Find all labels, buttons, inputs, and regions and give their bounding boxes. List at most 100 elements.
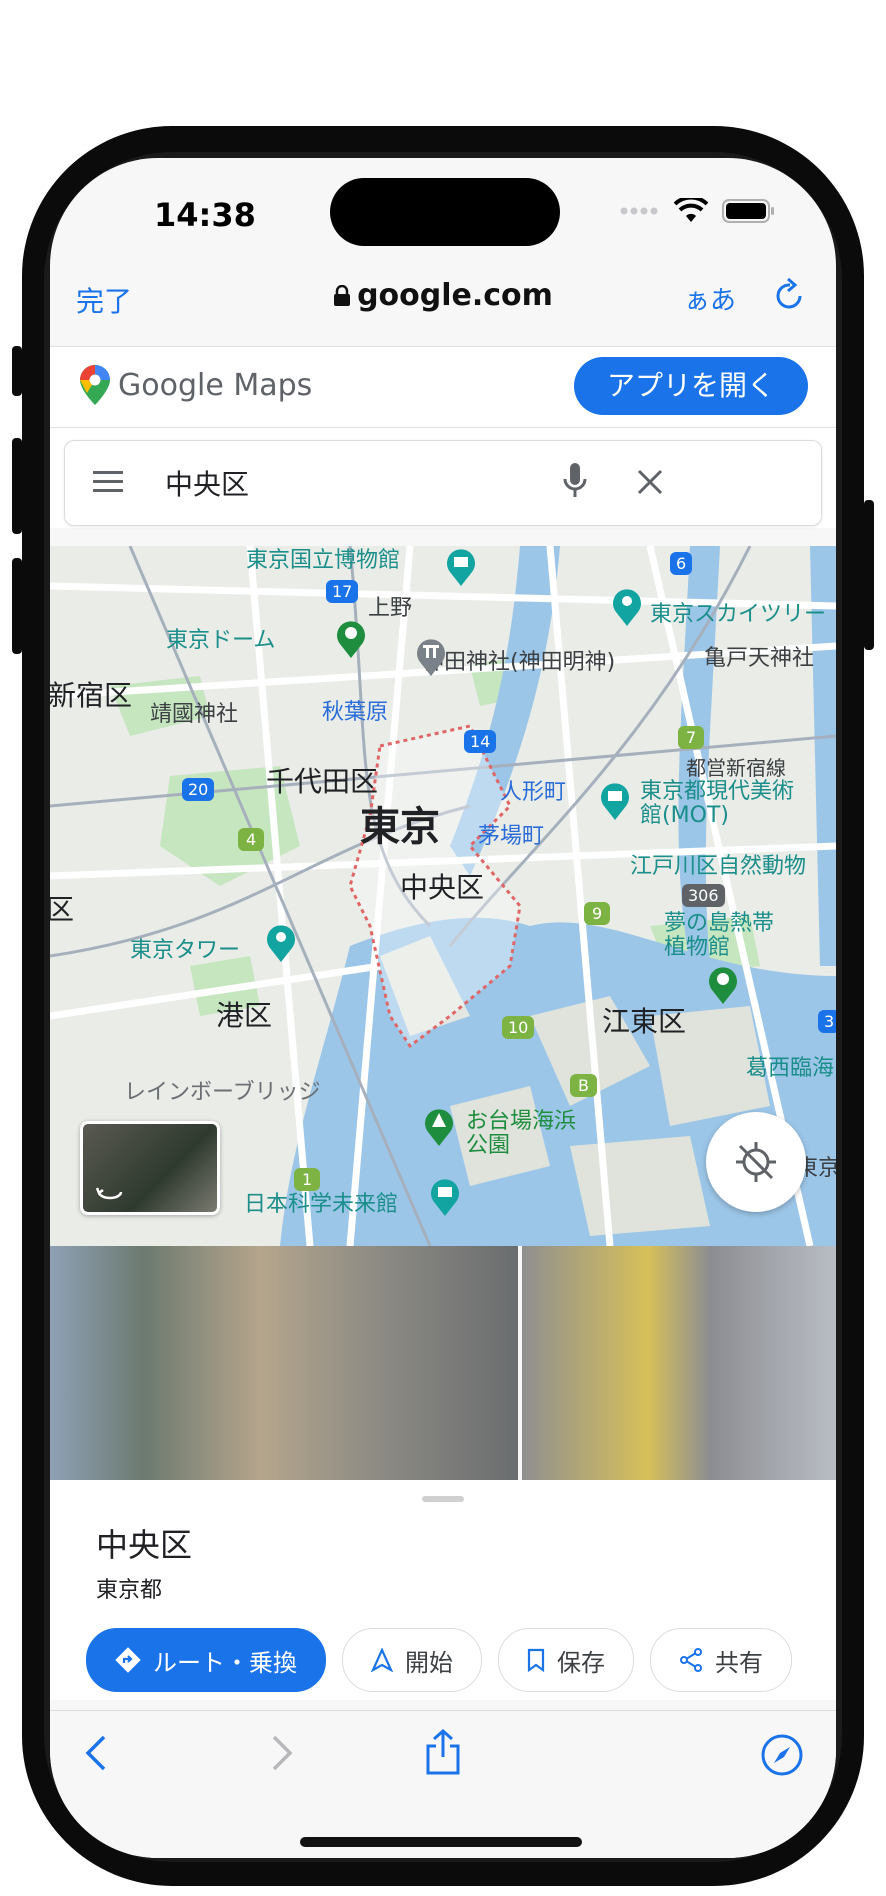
microphone-icon[interactable]	[563, 463, 587, 499]
home-indicator	[300, 1837, 582, 1847]
open-app-button[interactable]: アプリを開く	[574, 357, 808, 415]
share-button[interactable]: 共有	[650, 1628, 792, 1692]
place-photos	[50, 1246, 836, 1480]
route-shield-7: 7	[678, 726, 705, 749]
route-shield-10: 10	[502, 1016, 535, 1039]
reload-icon	[776, 277, 802, 309]
map-label-shinjuku[interactable]: 新宿区	[50, 674, 132, 714]
map-label-shinjuku-line: 都営新宿線	[686, 756, 786, 780]
share-sheet-icon[interactable]	[425, 1729, 461, 1775]
route-shield-3: 3	[818, 1010, 836, 1033]
skytree-marker-icon[interactable]	[610, 586, 644, 626]
map-label-kayabacho[interactable]: 茅場町	[478, 818, 544, 850]
signal-dots-icon	[620, 207, 658, 215]
search-area: 中央区	[50, 428, 836, 528]
map-label-yasukuni[interactable]: 靖國神社	[150, 696, 238, 728]
bookmark-icon	[527, 1648, 545, 1672]
map-label-rainbow-bridge[interactable]: レインボーブリッジ	[124, 1074, 321, 1106]
save-label: 保存	[557, 1648, 605, 1677]
directions-label: ルート・乗換	[153, 1648, 297, 1677]
silent-switch	[12, 346, 22, 396]
place-photo[interactable]	[50, 1246, 518, 1480]
map-label-miraikan[interactable]: 日本科学未来館	[244, 1186, 398, 1218]
map-label-tokyo-dome[interactable]: 東京ドーム	[166, 622, 275, 654]
map-label-ku-left: 区	[50, 893, 75, 926]
forward-icon[interactable]	[270, 1733, 294, 1773]
map-label-skytree[interactable]: 東京スカイツリー	[650, 596, 826, 628]
dynamic-island	[330, 178, 560, 246]
wifi-icon	[674, 198, 708, 222]
place-photo[interactable]	[522, 1246, 836, 1480]
route-shield-14: 14	[464, 730, 497, 753]
tokyo-tower-marker-icon[interactable]	[264, 922, 298, 962]
map-label-mot[interactable]: 東京都現代美術館(MOT)	[640, 780, 800, 828]
text-size-button[interactable]: ぁあ	[684, 280, 736, 317]
map-label-koto[interactable]: 江東区	[602, 1000, 686, 1040]
volume-up-button	[12, 438, 22, 534]
maps-pin-icon	[80, 365, 110, 405]
save-button[interactable]: 保存	[498, 1628, 634, 1692]
route-shield-9: 9	[584, 902, 611, 925]
url-text: google.com	[357, 278, 553, 313]
location-disabled-icon	[736, 1142, 776, 1182]
map-view[interactable]: 東京国立博物館 東京ドーム 上野 神田神社(神田明神) 東京スカイツリー 亀戸天…	[50, 546, 836, 1246]
safari-toolbar	[50, 1710, 836, 1858]
google-maps-header: Google Maps アプリを開く	[50, 346, 836, 428]
navigation-icon	[371, 1648, 393, 1672]
map-label-kanda-shrine[interactable]: 神田神社(神田明神)	[422, 644, 615, 676]
directions-icon	[115, 1647, 141, 1673]
menu-icon[interactable]	[93, 471, 123, 493]
route-shield-b: B	[570, 1074, 597, 1097]
map-label-tokyo-tower[interactable]: 東京タワー	[130, 932, 240, 964]
power-button	[864, 500, 874, 650]
map-label-edogawa-zoo[interactable]: 江戸川区自然動物	[630, 848, 806, 880]
screen: 14:38 完了 google.com ぁあ Google Maps アプリを開…	[50, 158, 836, 1858]
lock-icon	[334, 284, 351, 306]
map-label-ningyocho[interactable]: 人形町	[500, 774, 566, 806]
search-input[interactable]: 中央区	[64, 440, 822, 526]
google-maps-logo[interactable]: Google Maps	[80, 365, 312, 405]
botanical-marker-icon[interactable]	[706, 964, 740, 1004]
map-label-chuo[interactable]: 中央区	[400, 866, 484, 906]
maps-logo-text: Google Maps	[118, 367, 313, 403]
route-shield-17: 17	[326, 580, 359, 603]
map-label-ueno[interactable]: 上野	[368, 590, 412, 622]
odaiba-park-marker-icon[interactable]	[422, 1106, 456, 1146]
map-label-kameido[interactable]: 亀戸天神社	[704, 640, 814, 672]
my-location-button[interactable]	[706, 1112, 806, 1212]
safari-address-bar: 完了 google.com ぁあ	[50, 258, 836, 346]
back-icon[interactable]	[84, 1733, 108, 1773]
route-shield-306: 306	[682, 884, 725, 907]
map-label-yumenoshima[interactable]: 夢の島熱帯植物館	[664, 912, 794, 960]
street-view-thumbnail[interactable]	[80, 1121, 220, 1215]
share-label: 共有	[715, 1648, 763, 1677]
map-label-akihabara[interactable]: 秋葉原	[322, 694, 388, 726]
map-label-kasai[interactable]: 葛西臨海	[746, 1050, 834, 1082]
place-title: 中央区	[96, 1526, 193, 1564]
route-shield-6: 6	[670, 552, 693, 575]
route-shield-4: 4	[238, 828, 265, 851]
action-chips: ルート・乗換 開始 保存 共有	[86, 1628, 792, 1692]
compass-icon[interactable]	[760, 1733, 804, 1777]
map-label-tokyo[interactable]: 東京	[360, 794, 440, 852]
reload-button[interactable]	[774, 277, 806, 316]
search-query: 中央区	[165, 468, 250, 501]
map-label-national-museum[interactable]: 東京国立博物館	[246, 546, 400, 574]
shrine-marker-icon[interactable]	[414, 636, 448, 676]
volume-down-button	[12, 558, 22, 654]
route-shield-1: 1	[294, 1168, 321, 1191]
rotate-360-icon	[95, 1187, 123, 1200]
park-marker-icon[interactable]	[334, 618, 368, 658]
sheet-handle[interactable]	[422, 1496, 464, 1502]
map-label-odaiba[interactable]: お台場海浜公園	[466, 1110, 576, 1158]
miraikan-marker-icon[interactable]	[428, 1176, 462, 1216]
clear-icon[interactable]	[637, 469, 663, 495]
directions-button[interactable]: ルート・乗換	[86, 1628, 326, 1692]
place-subtitle: 東京都	[96, 1578, 163, 1603]
route-shield-20: 20	[182, 778, 215, 801]
museum-marker-icon[interactable]	[444, 546, 478, 586]
map-label-minato[interactable]: 港区	[216, 994, 272, 1034]
start-button[interactable]: 開始	[342, 1628, 482, 1692]
mot-marker-icon[interactable]	[598, 780, 632, 820]
share-icon	[680, 1648, 702, 1672]
